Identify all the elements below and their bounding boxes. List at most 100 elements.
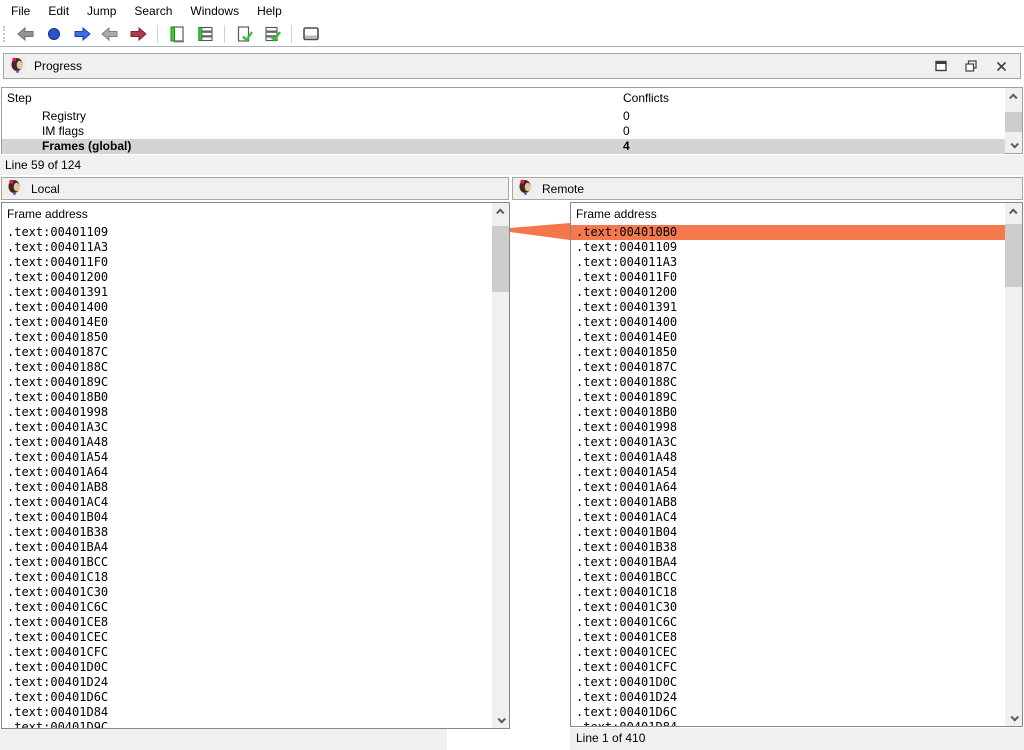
document-green-icon[interactable] [167,24,187,44]
scroll-up-icon[interactable] [1005,88,1022,105]
column-header-frame-address[interactable]: Frame address [571,203,1005,225]
list-item[interactable]: .text:00401B04 [2,510,492,525]
list-item[interactable]: .text:00401CE8 [571,630,1005,645]
scrollbar-thumb[interactable] [492,226,509,292]
list-item[interactable]: .text:00401D0C [2,660,492,675]
list-item[interactable]: .text:00401998 [2,405,492,420]
menu-item[interactable]: Help [248,1,291,21]
list-item[interactable]: .text:00401CE8 [2,615,492,630]
list-item[interactable]: .text:00401400 [571,315,1005,330]
list-item[interactable]: .text:004011A3 [571,255,1005,270]
list-item[interactable]: .text:00401200 [2,270,492,285]
list-item[interactable]: .text:00401400 [2,300,492,315]
list-item[interactable]: .text:00401B38 [571,540,1005,555]
list-item[interactable]: .text:00401BA4 [2,540,492,555]
list-item[interactable]: .text:00401109 [2,225,492,240]
list-item[interactable]: .text:0040189C [2,375,492,390]
list-item[interactable]: .text:004014E0 [2,315,492,330]
list-item[interactable]: .text:00401D6C [571,705,1005,720]
list-item[interactable]: .text:00401D6C [2,690,492,705]
menu-item[interactable]: File [2,1,39,21]
list-item[interactable]: .text:00401B38 [2,525,492,540]
list-item[interactable]: .text:00401B04 [571,525,1005,540]
scrollbar-thumb[interactable] [1005,224,1022,287]
scroll-down-icon[interactable] [1005,136,1022,153]
list-item[interactable]: .text:00401A54 [571,465,1005,480]
table-row[interactable]: IM flags 0 [2,124,1005,139]
list-item[interactable]: .text:00401C30 [571,600,1005,615]
window-icon[interactable] [301,24,321,44]
scroll-up-icon[interactable] [1005,203,1022,220]
list-item[interactable]: .text:00401A64 [2,465,492,480]
list-item[interactable]: .text:00401C18 [2,570,492,585]
list-item[interactable]: .text:004010B0 [571,225,1005,240]
column-header-conflicts[interactable]: Conflicts [623,91,669,105]
list-item[interactable]: .text:00401200 [571,285,1005,300]
progress-window-titlebar[interactable]: Progress [3,53,1021,79]
list-item[interactable]: .text:00401A3C [571,435,1005,450]
menu-item[interactable]: Jump [78,1,125,21]
remote-pane-titlebar[interactable]: Remote [512,177,1023,200]
list-item[interactable]: .text:004014E0 [571,330,1005,345]
menu-item[interactable]: Windows [181,1,248,21]
list-item[interactable]: .text:0040187C [571,360,1005,375]
back-arrow-icon[interactable] [16,24,36,44]
document-check-icon[interactable] [234,24,254,44]
menu-item[interactable]: Search [125,1,181,21]
jump-forward-arrow-icon[interactable] [128,24,148,44]
column-header-step[interactable]: Step [7,91,32,105]
forward-arrow-icon[interactable] [72,24,92,44]
list-item[interactable]: .text:00401BCC [2,555,492,570]
list-item[interactable]: .text:00401AB8 [571,495,1005,510]
close-icon[interactable] [994,59,1008,73]
segments-check-icon[interactable] [262,24,282,44]
list-item[interactable]: .text:004018B0 [571,405,1005,420]
list-item[interactable]: .text:00401A64 [571,480,1005,495]
list-item[interactable]: .text:00401CFC [2,645,492,660]
segments-green-icon[interactable] [195,24,215,44]
list-item[interactable]: .text:00401C30 [2,585,492,600]
menu-item[interactable]: Edit [39,1,78,21]
list-item[interactable]: .text:00401AB8 [2,480,492,495]
list-item[interactable]: .text:00401A48 [571,450,1005,465]
list-item[interactable]: .text:00401D84 [571,720,1005,726]
step-table-scrollbar[interactable] [1005,88,1022,153]
list-item[interactable]: .text:00401850 [571,345,1005,360]
list-item[interactable]: .text:00401CEC [2,630,492,645]
toolbar-drag-handle[interactable] [3,26,7,42]
list-item[interactable]: .text:00401AC4 [2,495,492,510]
list-item[interactable]: .text:00401109 [571,240,1005,255]
scrollbar-thumb[interactable] [1005,112,1022,132]
list-item[interactable]: .text:00401C18 [571,585,1005,600]
list-item[interactable]: .text:00401D84 [2,705,492,720]
list-item[interactable]: .text:0040187C [2,345,492,360]
scroll-down-icon[interactable] [492,711,509,728]
list-item[interactable]: .text:00401C6C [2,600,492,615]
list-item[interactable]: .text:00401391 [2,285,492,300]
jump-back-arrow-icon[interactable] [100,24,120,44]
local-pane-titlebar[interactable]: Local [1,177,509,200]
list-item[interactable]: .text:00401D24 [2,675,492,690]
list-item[interactable]: .text:00401D9C [2,720,492,728]
list-item[interactable]: .text:00401A54 [2,450,492,465]
column-header-frame-address[interactable]: Frame address [2,203,492,225]
list-item[interactable]: .text:00401C6C [571,615,1005,630]
list-item[interactable]: .text:0040188C [2,360,492,375]
list-item[interactable]: .text:004018B0 [2,390,492,405]
list-item[interactable]: .text:00401A48 [2,435,492,450]
list-item[interactable]: .text:004011A3 [2,240,492,255]
list-item[interactable]: .text:004011F0 [571,270,1005,285]
scroll-down-icon[interactable] [1005,709,1022,726]
list-item[interactable]: .text:00401850 [2,330,492,345]
list-item[interactable]: .text:00401A3C [2,420,492,435]
scroll-up-icon[interactable] [492,203,509,220]
list-item[interactable]: .text:00401391 [571,300,1005,315]
list-item[interactable]: .text:00401CEC [571,645,1005,660]
list-item[interactable]: .text:00401D24 [571,690,1005,705]
list-item[interactable]: .text:00401D0C [571,675,1005,690]
local-list-scrollbar[interactable] [492,203,509,728]
list-item[interactable]: .text:00401CFC [571,660,1005,675]
list-item[interactable]: .text:00401998 [571,420,1005,435]
table-row[interactable]: Registry 0 [2,109,1005,124]
list-item[interactable]: .text:00401BA4 [571,555,1005,570]
